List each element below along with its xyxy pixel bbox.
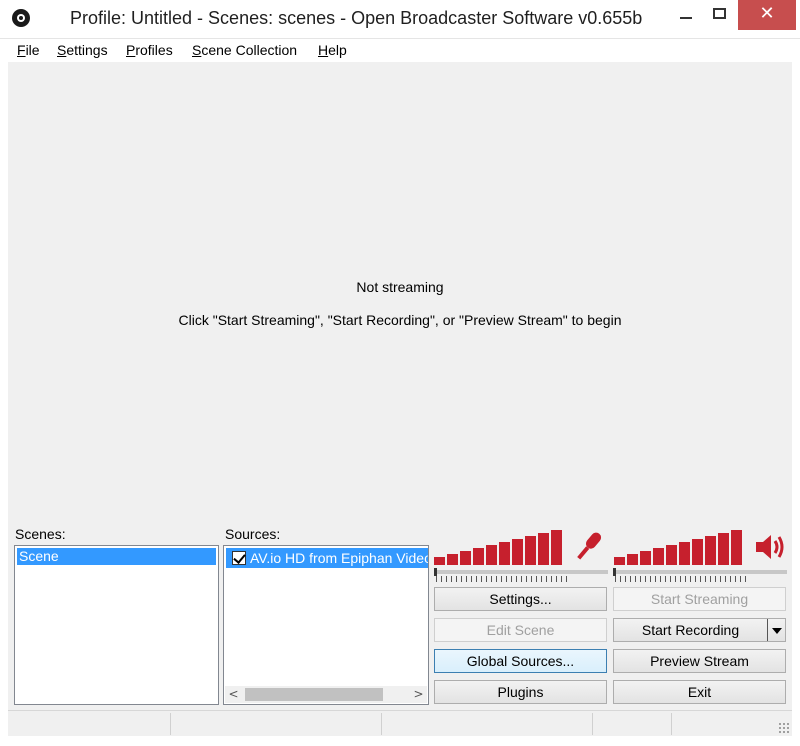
sources-list[interactable]: AV.io HD from Epiphan Video < > [223, 545, 429, 705]
speaker-icon[interactable] [754, 532, 786, 562]
desktop-slider-handle[interactable] [613, 568, 616, 576]
menu-help[interactable]: Help [318, 42, 347, 58]
edit-scene-button[interactable]: Edit Scene [434, 618, 607, 642]
preview-hint: Click "Start Streaming", "Start Recordin… [178, 312, 622, 328]
window-title: Profile: Untitled - Scenes: scenes - Ope… [70, 8, 643, 28]
control-panel: Scenes: Scene Sources: AV.io HD from Epi… [8, 517, 792, 710]
mic-volume-meter [432, 529, 572, 565]
scenes-label: Scenes: [15, 526, 66, 542]
preview-area: Not streaming Click "Start Streaming", "… [8, 62, 792, 517]
start-streaming-button[interactable]: Start Streaming [613, 587, 786, 611]
status-segment [382, 713, 593, 735]
microphone-icon[interactable] [574, 528, 604, 564]
preview-stream-button[interactable]: Preview Stream [613, 649, 786, 673]
desktop-ticks [615, 576, 750, 582]
desktop-volume-slider[interactable] [613, 570, 787, 574]
plugins-button[interactable]: Plugins [434, 680, 607, 704]
sources-horizontal-scrollbar[interactable]: < > [225, 686, 427, 703]
maximize-button[interactable] [697, 0, 743, 30]
mic-ticks [436, 576, 571, 582]
menu-file[interactable]: File [17, 42, 40, 58]
status-segment [593, 713, 672, 735]
preview-status: Not streaming [356, 279, 444, 295]
scroll-left-icon[interactable]: < [225, 686, 242, 703]
mic-slider-handle[interactable] [434, 568, 437, 576]
close-icon: ✕ [759, 3, 775, 24]
sources-label: Sources: [225, 526, 281, 542]
scrollbar-thumb[interactable] [245, 688, 383, 701]
global-sources-button[interactable]: Global Sources... [434, 649, 607, 673]
source-visibility-checkbox[interactable] [232, 551, 246, 565]
scene-list-item[interactable]: Scene [17, 548, 216, 565]
minimize-icon [680, 17, 692, 19]
status-segment [8, 713, 171, 735]
source-list-item[interactable]: AV.io HD from Epiphan Video [226, 548, 428, 568]
exit-button[interactable]: Exit [613, 680, 786, 704]
menu-bar: File Settings Profiles Scene Collection … [0, 38, 800, 62]
maximize-icon [713, 8, 726, 19]
start-recording-label: Start Recording [641, 622, 740, 638]
source-name: AV.io HD from Epiphan Video [250, 550, 428, 566]
chevron-down-icon[interactable] [767, 619, 785, 641]
menu-settings[interactable]: Settings [57, 42, 108, 58]
status-bar [8, 710, 792, 736]
status-segment [171, 713, 382, 735]
scenes-list[interactable]: Scene [14, 545, 219, 705]
obs-logo-icon [12, 9, 30, 27]
settings-button[interactable]: Settings... [434, 587, 607, 611]
desktop-volume-meter [612, 529, 752, 565]
menu-scene-collection[interactable]: Scene Collection [192, 42, 297, 58]
close-button[interactable]: ✕ [738, 0, 796, 30]
start-recording-button[interactable]: Start Recording [613, 618, 786, 642]
scroll-right-icon[interactable]: > [410, 686, 427, 703]
menu-profiles[interactable]: Profiles [126, 42, 173, 58]
title-bar: Profile: Untitled - Scenes: scenes - Ope… [0, 0, 800, 38]
mic-volume-slider[interactable] [434, 570, 608, 574]
resize-grip-icon[interactable] [778, 722, 790, 734]
